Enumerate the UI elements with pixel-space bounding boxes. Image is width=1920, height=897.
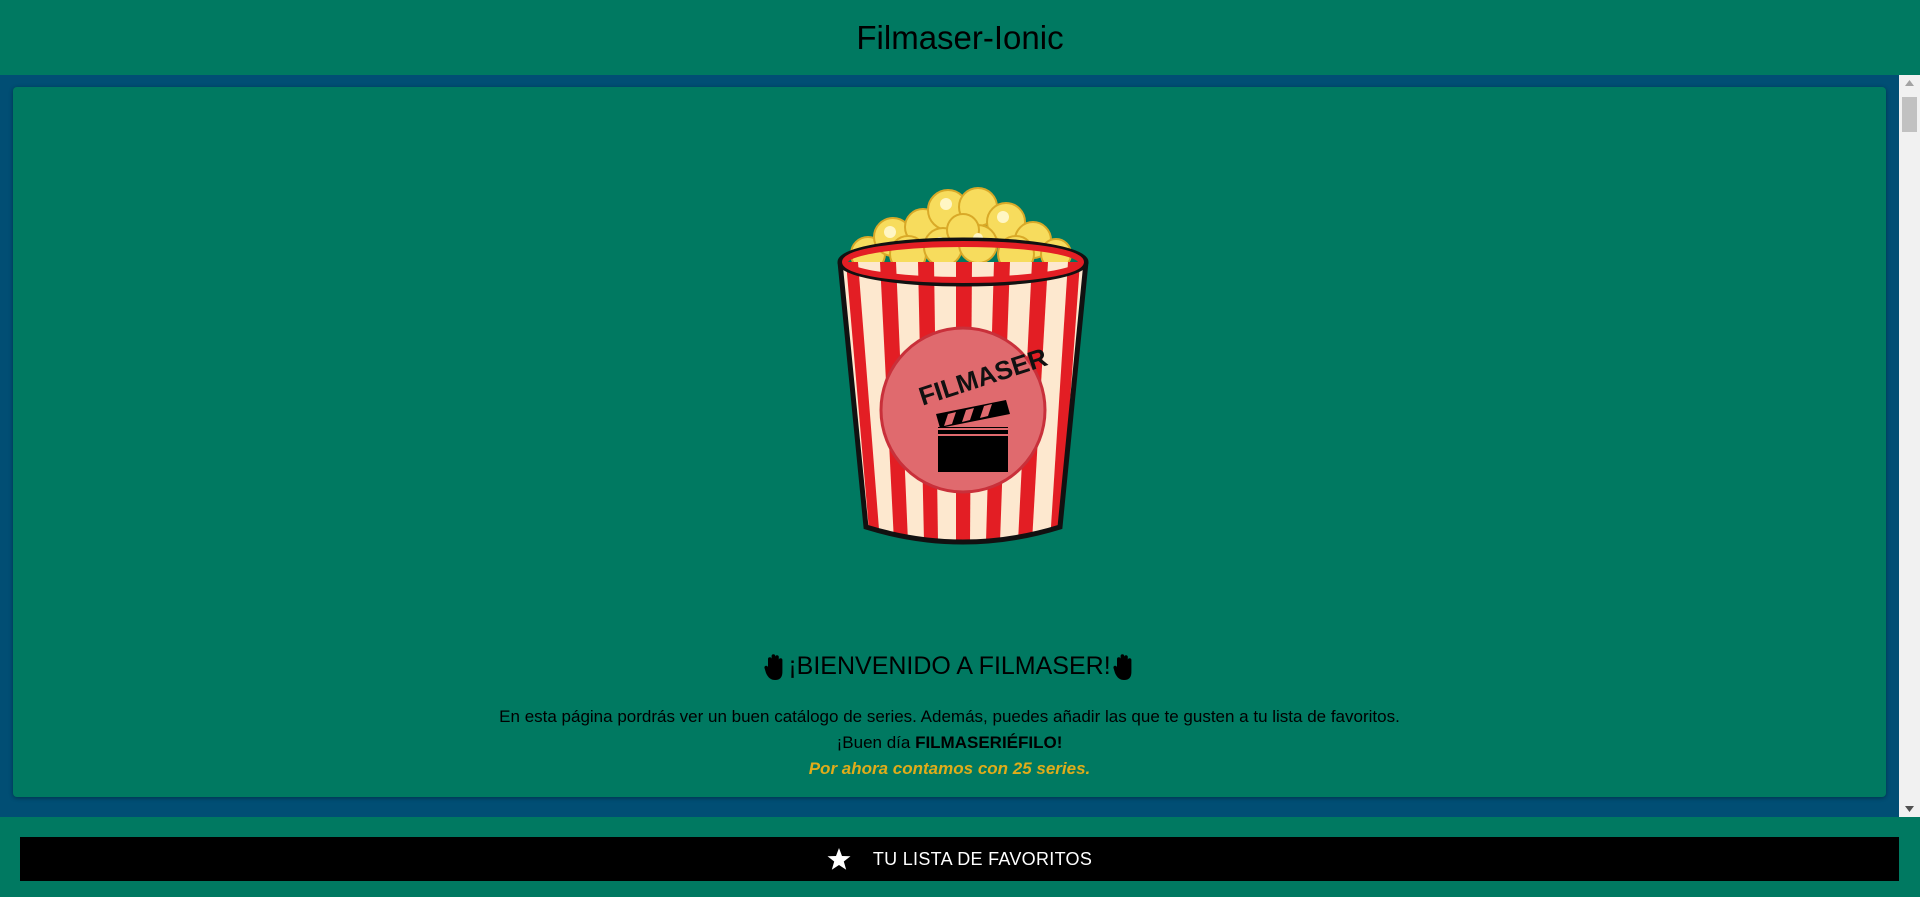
chevron-up-icon	[1905, 80, 1914, 86]
welcome-description: En esta página pordrás ver un buen catál…	[499, 707, 1400, 726]
greeting-name: FILMASERIÉFILO!	[915, 733, 1063, 752]
favorites-list-label: TU LISTA DE FAVORITOS	[872, 848, 1093, 869]
app-header: Filmaser-Ionic	[0, 0, 1920, 75]
raised-hand-icon	[764, 653, 783, 680]
content-area[interactable]: FILMASER ¡BIENVENIDO A FILMASER! En esta…	[0, 75, 1920, 817]
star-icon	[827, 848, 851, 870]
footer-bar: TU LISTA DE FAVORITOS	[0, 817, 1920, 897]
scroll-thumb[interactable]	[1902, 97, 1917, 132]
welcome-title: ¡BIENVENIDO A FILMASER!	[788, 652, 1111, 680]
page-title: Filmaser-Ionic	[856, 18, 1064, 56]
series-count: Por ahora contamos con 25 series.	[808, 759, 1091, 778]
raised-hand-icon	[1113, 653, 1132, 680]
favorites-list-button[interactable]: TU LISTA DE FAVORITOS	[20, 837, 1899, 881]
vertical-scrollbar[interactable]	[1899, 75, 1920, 817]
greeting-line: ¡Buen día FILMASERIÉFILO!	[13, 730, 1886, 756]
welcome-description-block: En esta página pordrás ver un buen catál…	[13, 704, 1886, 782]
welcome-heading: ¡BIENVENIDO A FILMASER!	[13, 652, 1886, 681]
scroll-up-arrow[interactable]	[1899, 75, 1920, 91]
popcorn-logo: FILMASER	[837, 187, 1089, 545]
scroll-down-arrow[interactable]	[1899, 801, 1920, 817]
chevron-down-icon	[1905, 806, 1914, 812]
welcome-card: FILMASER ¡BIENVENIDO A FILMASER! En esta…	[13, 87, 1886, 797]
greeting-prefix: ¡Buen día	[836, 733, 916, 752]
